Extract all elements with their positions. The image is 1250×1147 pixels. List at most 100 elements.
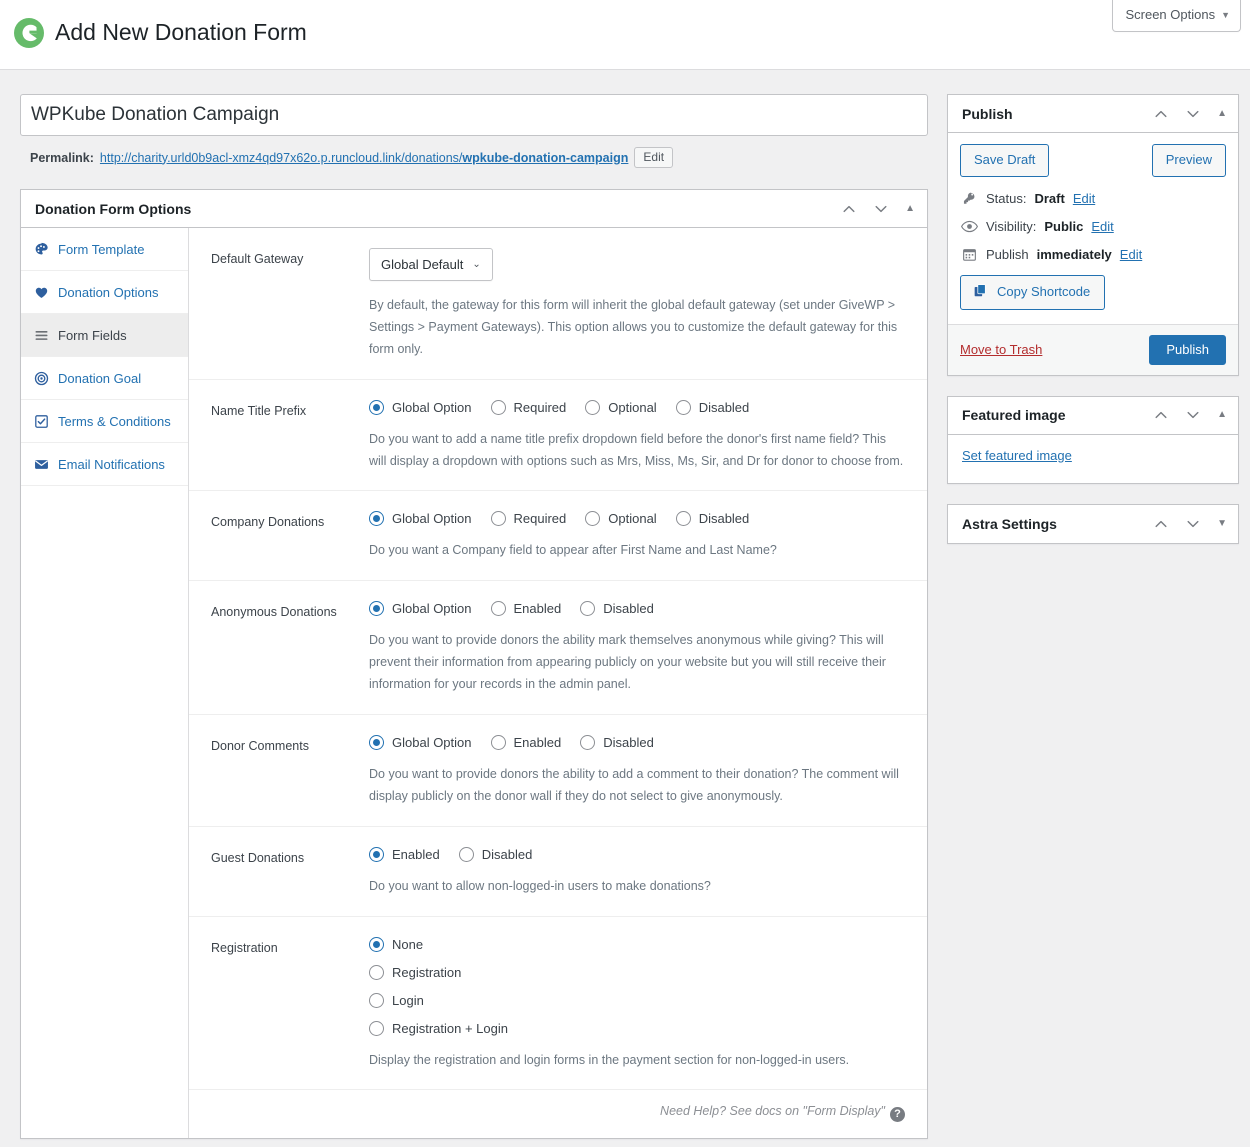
edit-visibility-link[interactable]: Edit bbox=[1091, 219, 1113, 234]
field-label: Name Title Prefix bbox=[211, 403, 307, 418]
field-row-registration: Registration None Registration Login Reg… bbox=[189, 917, 927, 1091]
radio-optional[interactable]: Optional bbox=[585, 511, 657, 527]
order-lower-icon[interactable] bbox=[1185, 407, 1201, 423]
radio-disabled[interactable]: Disabled bbox=[580, 601, 654, 617]
permalink-slug: wpkube-donation-campaign bbox=[462, 150, 629, 165]
field-description: Do you want to provide donors the abilit… bbox=[369, 633, 886, 691]
order-lower-icon[interactable] bbox=[1185, 516, 1201, 532]
move-to-trash-link[interactable]: Move to Trash bbox=[960, 342, 1042, 357]
radio-optional[interactable]: Optional bbox=[585, 399, 657, 415]
radio-none[interactable]: None bbox=[369, 936, 905, 952]
radio-label: Enabled bbox=[513, 734, 562, 750]
radio-global-option[interactable]: Global Option bbox=[369, 601, 472, 617]
field-label: Default Gateway bbox=[211, 252, 304, 266]
publish-box-title: Publish bbox=[962, 105, 1013, 122]
tab-form-fields[interactable]: Form Fields bbox=[21, 314, 188, 357]
tab-form-template[interactable]: Form Template bbox=[21, 228, 188, 271]
radio-enabled[interactable]: Enabled bbox=[490, 601, 562, 617]
chevron-down-icon: ▼ bbox=[1221, 10, 1230, 20]
set-featured-image-link[interactable]: Set featured image bbox=[962, 448, 1072, 463]
field-description: Do you want a Company field to appear af… bbox=[369, 543, 777, 558]
featured-image-title: Featured image bbox=[962, 407, 1066, 423]
edit-schedule-link[interactable]: Edit bbox=[1120, 247, 1142, 262]
preview-button[interactable]: Preview bbox=[1151, 144, 1226, 177]
radio-label: Disabled bbox=[603, 734, 654, 750]
publish-button[interactable]: Publish bbox=[1149, 334, 1226, 365]
radio-required[interactable]: Required bbox=[490, 399, 567, 415]
publish-handle-actions: ▲ bbox=[1153, 106, 1227, 122]
edit-permalink-button[interactable]: Edit bbox=[634, 147, 674, 168]
radio-label: Enabled bbox=[513, 601, 562, 617]
radio-dot bbox=[369, 734, 384, 750]
radio-dot bbox=[490, 601, 506, 617]
radio-login[interactable]: Login bbox=[369, 992, 905, 1008]
radio-label: Disabled bbox=[698, 511, 750, 527]
publish-footer: Move to Trash Publish bbox=[948, 323, 1238, 375]
radio-enabled[interactable]: Enabled bbox=[369, 846, 440, 862]
radio-dot bbox=[369, 846, 384, 862]
radio-dot bbox=[458, 846, 474, 862]
radio-enabled[interactable]: Enabled bbox=[490, 734, 562, 750]
radio-disabled[interactable]: Disabled bbox=[580, 734, 654, 750]
radio-label: Disabled bbox=[698, 399, 750, 415]
radio-disabled[interactable]: Disabled bbox=[458, 846, 533, 862]
metabox-handle-actions: ▲ bbox=[841, 201, 915, 217]
screen-options-button[interactable]: Screen Options ▼ bbox=[1112, 0, 1241, 33]
toggle-panel-icon[interactable]: ▲ bbox=[1217, 410, 1227, 420]
radio-global-option[interactable]: Global Option bbox=[369, 511, 472, 527]
tab-email-notifications[interactable]: Email Notifications bbox=[21, 443, 188, 486]
copy-icon bbox=[973, 283, 988, 301]
permalink-url[interactable]: http://charity.urld0b9acl-xmz4qd97x62o.p… bbox=[100, 151, 628, 165]
radio-dot bbox=[580, 601, 596, 617]
default-gateway-select[interactable]: Global Default ⌄ bbox=[369, 248, 493, 281]
copy-shortcode-button[interactable]: Copy Shortcode bbox=[960, 274, 1106, 310]
order-higher-icon[interactable] bbox=[841, 201, 857, 217]
toggle-panel-icon[interactable]: ▲ bbox=[1217, 108, 1227, 119]
permalink-base: http://charity.urld0b9acl-xmz4qd97x62o.p… bbox=[99, 150, 463, 165]
radio-global-option[interactable]: Global Option bbox=[369, 734, 472, 750]
edit-status-link[interactable]: Edit bbox=[1073, 191, 1095, 206]
tab-label: Terms & Conditions bbox=[58, 413, 171, 429]
tab-label: Form Fields bbox=[58, 327, 127, 343]
radio-dot bbox=[369, 1020, 384, 1036]
radio-label: Required bbox=[513, 399, 567, 415]
radio-global-option[interactable]: Global Option bbox=[369, 399, 472, 415]
radio-disabled[interactable]: Disabled bbox=[675, 399, 750, 415]
heart-icon bbox=[33, 284, 49, 300]
field-description: By default, the gateway for this form wi… bbox=[369, 298, 898, 356]
order-lower-icon[interactable] bbox=[1185, 106, 1201, 122]
radio-dot bbox=[369, 936, 384, 952]
field-description: Display the registration and login forms… bbox=[369, 1052, 850, 1067]
order-higher-icon[interactable] bbox=[1153, 516, 1169, 532]
toggle-panel-icon[interactable]: ▼ bbox=[1217, 518, 1227, 529]
astra-settings-header: Astra Settings ▼ bbox=[948, 505, 1238, 543]
donor-comments-radio-group: Global Option Enabled Disabled bbox=[369, 734, 905, 750]
field-description: Do you want to add a name title prefix d… bbox=[369, 431, 904, 468]
guest-donations-radio-group: Enabled Disabled bbox=[369, 846, 905, 862]
screen-options-label: Screen Options bbox=[1125, 7, 1216, 22]
featured-image-header: Featured image ▲ bbox=[948, 397, 1238, 435]
visibility-value: Public bbox=[1044, 218, 1084, 234]
field-row-guest-donations: Guest Donations Enabled Disabled Do you … bbox=[189, 827, 927, 917]
radio-registration-login[interactable]: Registration + Login bbox=[369, 1020, 905, 1036]
order-lower-icon[interactable] bbox=[873, 201, 889, 217]
key-icon bbox=[960, 191, 978, 206]
help-icon[interactable]: ? bbox=[890, 1107, 905, 1123]
order-higher-icon[interactable] bbox=[1153, 106, 1169, 122]
tab-label: Email Notifications bbox=[58, 456, 165, 472]
radio-required[interactable]: Required bbox=[490, 511, 566, 527]
radio-disabled[interactable]: Disabled bbox=[675, 511, 750, 527]
toggle-panel-icon[interactable]: ▲ bbox=[905, 203, 915, 214]
form-title-input[interactable] bbox=[20, 94, 928, 136]
tab-terms-conditions[interactable]: Terms & Conditions bbox=[21, 400, 188, 443]
radio-label: Disabled bbox=[481, 846, 533, 862]
tab-donation-options[interactable]: Donation Options bbox=[21, 271, 188, 314]
list-lines-icon bbox=[33, 327, 49, 343]
visibility-line: Visibility: Public Edit bbox=[960, 219, 1226, 234]
tab-donation-goal[interactable]: Donation Goal bbox=[21, 357, 188, 400]
save-draft-button[interactable]: Save Draft bbox=[960, 144, 1050, 177]
radio-registration[interactable]: Registration bbox=[369, 964, 905, 980]
field-control: Global Option Enabled Disabled Do you wa… bbox=[369, 734, 905, 808]
order-higher-icon[interactable] bbox=[1153, 407, 1169, 423]
form-options-tabs: Form Template Donation Options Form Fiel… bbox=[21, 228, 189, 1139]
